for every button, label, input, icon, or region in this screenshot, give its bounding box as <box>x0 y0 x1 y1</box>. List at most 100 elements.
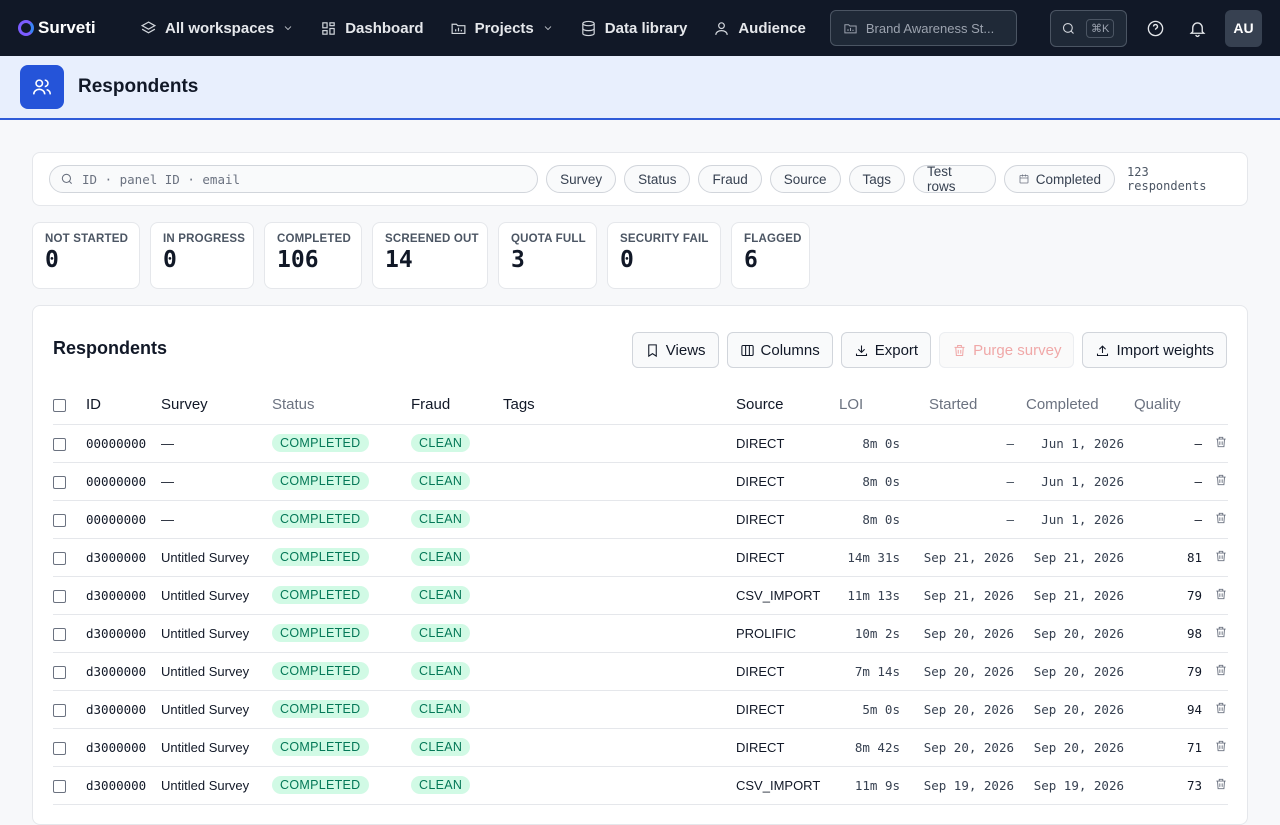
stat-flagged[interactable]: FLAGGED 6 <box>731 222 810 289</box>
table-row[interactable]: d3000000 Untitled Survey COMPLETED CLEAN CSV… <box>53 576 1228 615</box>
cell-id[interactable]: d3000000 <box>86 576 161 615</box>
survey-selector[interactable]: Brand Awareness St... <box>829 10 1017 46</box>
workspace-label: All workspaces <box>165 19 275 37</box>
cell-survey: — <box>161 424 272 463</box>
layers-icon <box>140 20 157 33</box>
nav-data-library[interactable]: Data library <box>580 20 687 37</box>
delete-row-button[interactable] <box>1204 576 1228 615</box>
delete-row-button[interactable] <box>1204 500 1228 539</box>
brand-logo[interactable]: Surveti <box>18 18 114 38</box>
col-tags[interactable]: Tags <box>503 386 736 425</box>
cell-id[interactable]: d3000000 <box>86 538 161 577</box>
col-quality[interactable]: Quality <box>1134 386 1204 425</box>
delete-row-button[interactable] <box>1204 538 1228 577</box>
row-checkbox[interactable] <box>53 741 66 755</box>
cell-id[interactable]: 00000000 <box>86 424 161 463</box>
fraud-badge: CLEAN <box>411 624 471 642</box>
cell-quality: – <box>1134 424 1204 463</box>
table-row[interactable]: d3000000 Untitled Survey COMPLETED CLEAN DIR… <box>53 538 1228 577</box>
filter-completed-date[interactable]: Completed <box>1003 165 1116 193</box>
columns-label: Columns <box>760 341 820 359</box>
row-checkbox[interactable] <box>53 551 66 565</box>
col-id[interactable]: ID <box>86 386 161 425</box>
col-status[interactable]: Status <box>272 386 411 425</box>
table-row[interactable]: d3000000 Untitled Survey COMPLETED CLEAN CSV… <box>53 766 1228 805</box>
purge-survey-label: Purge survey <box>973 341 1062 359</box>
delete-row-button[interactable] <box>1204 424 1228 463</box>
filter-source[interactable]: Source <box>769 165 841 193</box>
notifications-button[interactable] <box>1183 14 1211 42</box>
cell-tags <box>503 576 736 615</box>
delete-row-button[interactable] <box>1204 690 1228 729</box>
col-loi[interactable]: LOI <box>822 386 900 425</box>
stat-value: 6 <box>744 247 758 273</box>
cell-tags <box>503 652 736 691</box>
filter-status[interactable]: Status <box>624 165 691 193</box>
row-checkbox[interactable] <box>53 703 66 717</box>
cell-id[interactable]: 00000000 <box>86 500 161 539</box>
table-row[interactable]: d3000000 Untitled Survey COMPLETED CLEAN DIR… <box>53 652 1228 691</box>
row-checkbox[interactable] <box>53 437 66 451</box>
cell-id[interactable]: d3000000 <box>86 690 161 729</box>
cell-survey: Untitled Survey <box>161 576 272 615</box>
table-row[interactable]: d3000000 Untitled Survey COMPLETED CLEAN DIR… <box>53 690 1228 729</box>
col-started[interactable]: Started <box>900 386 1020 425</box>
col-source[interactable]: Source <box>736 386 822 425</box>
col-completed[interactable]: Completed <box>1020 386 1134 425</box>
delete-row-button[interactable] <box>1204 614 1228 653</box>
col-survey[interactable]: Survey <box>161 386 272 425</box>
row-checkbox[interactable] <box>53 779 66 793</box>
table-row[interactable]: d3000000 Untitled Survey COMPLETED CLEAN PRO… <box>53 614 1228 653</box>
select-all-checkbox[interactable] <box>53 398 66 412</box>
help-button[interactable] <box>1141 14 1169 42</box>
status-summary: NOT STARTED 0 IN PROGRESS 0 COMPLETED 10… <box>32 222 810 289</box>
dashboard-icon <box>322 21 335 35</box>
delete-row-button[interactable] <box>1204 728 1228 767</box>
import-weights-button[interactable]: Import weights <box>1082 332 1227 368</box>
table-row[interactable]: 00000000— COMPLETED CLEAN DIRECT 8m 0s – Jun 1… <box>53 424 1228 463</box>
stat-in-progress[interactable]: IN PROGRESS 0 <box>150 222 254 289</box>
stat-not-started[interactable]: NOT STARTED 0 <box>32 222 140 289</box>
nav-audience[interactable]: Audience <box>713 20 806 37</box>
row-checkbox[interactable] <box>53 513 66 527</box>
delete-row-button[interactable] <box>1204 652 1228 691</box>
table-row[interactable]: 00000000— COMPLETED CLEAN DIRECT 8m 0s – Jun 1… <box>53 500 1228 539</box>
filter-tags[interactable]: Tags <box>848 165 906 193</box>
col-fraud[interactable]: Fraud <box>411 386 503 425</box>
avatar[interactable]: AU <box>1225 9 1262 47</box>
table-row[interactable]: 00000000— COMPLETED CLEAN DIRECT 8m 0s – Jun 1… <box>53 462 1228 501</box>
filter-survey[interactable]: Survey <box>546 165 617 193</box>
cell-id[interactable]: d3000000 <box>86 652 161 691</box>
stat-screened-out[interactable]: SCREENED OUT 14 <box>372 222 488 289</box>
export-button[interactable]: Export <box>840 332 932 368</box>
views-button[interactable]: Views <box>631 332 719 368</box>
nav-dashboard[interactable]: Dashboard <box>320 20 424 37</box>
stat-quota-full[interactable]: QUOTA FULL 3 <box>498 222 597 289</box>
cell-id[interactable]: 00000000 <box>86 462 161 501</box>
workspace-switcher[interactable]: All workspaces <box>140 20 294 37</box>
row-checkbox[interactable] <box>53 665 66 679</box>
cell-id[interactable]: d3000000 <box>86 766 161 805</box>
nav-projects[interactable]: Projects <box>450 20 554 37</box>
row-checkbox[interactable] <box>53 627 66 641</box>
row-checkbox[interactable] <box>53 589 66 603</box>
purge-survey-button[interactable]: Purge survey <box>939 332 1075 368</box>
delete-row-button[interactable] <box>1204 766 1228 805</box>
cell-id[interactable]: d3000000 <box>86 614 161 653</box>
table-row[interactable]: d3000000 Untitled Survey COMPLETED CLEAN DIR… <box>53 728 1228 767</box>
global-search-button[interactable]: ⌘K <box>1050 9 1127 47</box>
stat-completed[interactable]: COMPLETED 106 <box>264 222 362 289</box>
filter-test-rows[interactable]: Test rows <box>913 164 996 194</box>
respondent-search-input[interactable]: ID · panel ID · email <box>49 165 539 193</box>
cell-id[interactable]: d3000000 <box>86 728 161 767</box>
trash-icon <box>1216 474 1226 485</box>
search-placeholder: ID · panel ID · email <box>82 171 241 187</box>
filter-fraud[interactable]: Fraud <box>698 165 762 193</box>
cell-tags <box>503 424 736 463</box>
brand-name: Surveti <box>38 18 96 37</box>
delete-row-button[interactable] <box>1204 462 1228 501</box>
columns-button[interactable]: Columns <box>726 332 833 368</box>
stat-security-fail[interactable]: SECURITY FAIL 0 <box>607 222 721 289</box>
status-badge: COMPLETED <box>272 472 369 490</box>
row-checkbox[interactable] <box>53 475 66 489</box>
